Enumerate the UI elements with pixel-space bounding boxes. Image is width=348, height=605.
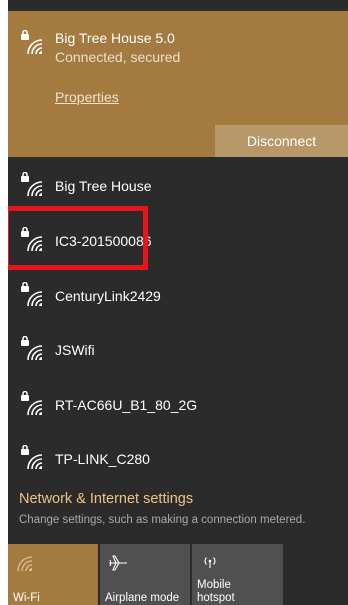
properties-link[interactable]: Properties — [55, 89, 119, 105]
highlight-box — [8, 206, 148, 270]
network-settings-description: Change settings, such as making a connec… — [19, 514, 306, 526]
wifi-toggle-tile[interactable]: Wi-Fi — [8, 544, 98, 605]
secured-wifi-icon — [18, 391, 44, 417]
wifi-icon — [15, 554, 37, 572]
hotspot-label-line1: Mobile — [197, 579, 231, 591]
secured-wifi-icon — [18, 172, 44, 198]
hotspot-tile-label: Mobile hotspot — [197, 579, 235, 605]
network-name: JSWifi — [55, 342, 95, 358]
wifi-tile-label: Wi-Fi — [13, 592, 40, 604]
airplane-tile-label: Airplane mode — [105, 592, 180, 604]
network-row[interactable]: TP-LINK_C280 — [8, 435, 348, 481]
airplane-mode-tile[interactable]: Airplane mode — [100, 544, 190, 605]
flyout-top-strip — [8, 0, 348, 11]
network-row[interactable]: RT-AC66U_B1_80_2G — [8, 381, 348, 427]
network-settings-link[interactable]: Network & Internet settings — [19, 491, 193, 507]
network-flyout: Big Tree House 5.0 Connected, secured Pr… — [8, 0, 348, 605]
connected-network-panel[interactable]: Big Tree House 5.0 Connected, secured Pr… — [8, 11, 348, 157]
secured-wifi-icon — [18, 336, 44, 362]
network-name: TP-LINK_C280 — [55, 451, 150, 467]
network-name: CenturyLink2429 — [55, 288, 161, 304]
network-row[interactable]: CenturyLink2429 — [8, 272, 348, 318]
hotspot-icon — [199, 554, 221, 572]
network-name: RT-AC66U_B1_80_2G — [55, 397, 198, 413]
airplane-icon — [107, 554, 129, 572]
hotspot-label-line2: hotspot — [197, 592, 235, 604]
connected-network-status: Connected, secured — [55, 49, 181, 65]
network-row[interactable]: JSWifi — [8, 326, 348, 372]
secured-wifi-icon — [18, 282, 44, 308]
mobile-hotspot-tile[interactable]: Mobile hotspot — [192, 544, 283, 605]
network-row[interactable]: Big Tree House — [8, 162, 348, 208]
network-name: Big Tree House — [55, 178, 152, 194]
connected-network-name: Big Tree House 5.0 — [55, 30, 175, 46]
secured-wifi-icon — [18, 30, 44, 56]
secured-wifi-icon — [18, 445, 44, 471]
disconnect-button[interactable]: Disconnect — [215, 125, 348, 157]
